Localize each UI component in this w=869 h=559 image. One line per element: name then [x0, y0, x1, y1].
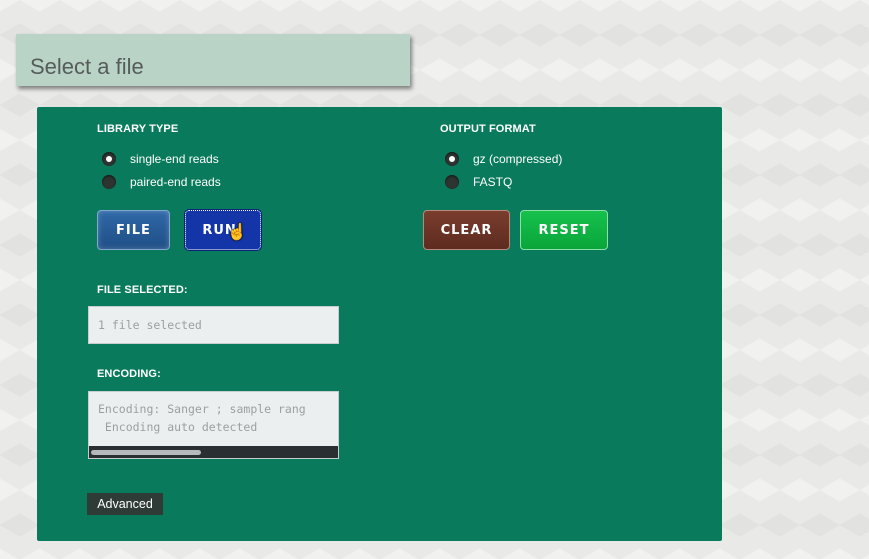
radio-paired-end[interactable]: paired-end reads [102, 175, 221, 189]
advanced-button[interactable]: Advanced [87, 493, 163, 515]
page-title: Select a file [30, 54, 144, 79]
encoding-line-2: Encoding auto detected [98, 420, 258, 434]
encoding-line-1: Encoding: Sanger ; sample rang [98, 402, 306, 416]
scrollbar-thumb[interactable] [91, 450, 201, 455]
file-selected-field[interactable]: 1 file selected [88, 306, 339, 344]
reset-button[interactable]: RESET [520, 210, 608, 250]
radio-paired-end-button[interactable] [102, 175, 116, 189]
radio-single-end-button[interactable] [102, 152, 116, 166]
file-selected-label: FILE SELECTED: [97, 284, 188, 296]
radio-paired-end-label: paired-end reads [130, 175, 221, 189]
horizontal-scrollbar[interactable] [89, 446, 338, 458]
library-type-label: LIBRARY TYPE [97, 123, 179, 135]
hand-pointer-icon: ☝ [227, 224, 247, 241]
run-button[interactable]: RUN! [184, 209, 262, 251]
radio-fastq[interactable]: FASTQ [445, 175, 512, 189]
encoding-label: ENCODING: [97, 368, 161, 380]
radio-gz-label: gz (compressed) [473, 152, 563, 166]
radio-gz-button[interactable] [445, 152, 459, 166]
radio-single-end-label: single-end reads [130, 152, 219, 166]
radio-single-end[interactable]: single-end reads [102, 152, 219, 166]
output-format-label: OUTPUT FORMAT [440, 123, 536, 135]
file-button[interactable]: FILE [97, 210, 170, 250]
radio-fastq-label: FASTQ [473, 175, 513, 189]
main-panel: LIBRARY TYPE single-end reads paired-end… [37, 107, 722, 541]
encoding-textarea[interactable]: Encoding: Sanger ; sample rang Encoding … [88, 391, 339, 459]
radio-gz[interactable]: gz (compressed) [445, 152, 562, 166]
header-bar: Select a file [16, 34, 410, 86]
radio-fastq-button[interactable] [445, 175, 459, 189]
clear-button[interactable]: CLEAR [423, 210, 510, 250]
